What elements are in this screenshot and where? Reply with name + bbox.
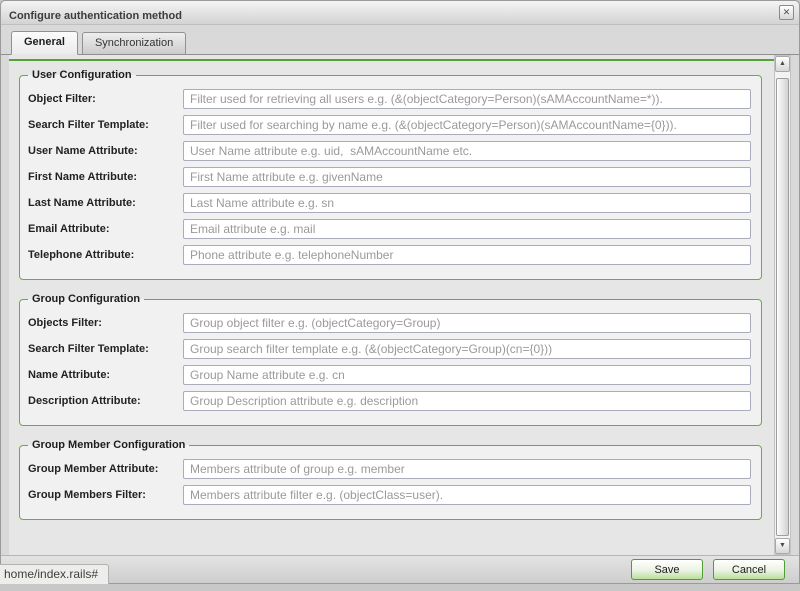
description-attribute-input[interactable]: [183, 391, 751, 411]
form-field-row: Name Attribute:: [28, 365, 751, 385]
fieldset-legend: Group Configuration: [28, 293, 144, 305]
form-field-row: Last Name Attribute:: [28, 193, 751, 213]
field-label: Telephone Attribute:: [28, 249, 183, 261]
scrollbar-thumb[interactable]: [776, 78, 789, 536]
fieldset-fields: Group Member Attribute: Group Members Fi…: [28, 459, 751, 505]
object-filter-input[interactable]: [183, 89, 751, 109]
first-name-attribute-input[interactable]: [183, 167, 751, 187]
field-label: User Name Attribute:: [28, 145, 183, 157]
scroll-up-icon[interactable]: ▲: [775, 56, 790, 72]
scrollbar-track[interactable]: [775, 72, 790, 538]
field-label: Group Member Attribute:: [28, 463, 183, 475]
field-label: Search Filter Template:: [28, 119, 183, 131]
form-field-row: Search Filter Template:: [28, 115, 751, 135]
group-member-attribute-input[interactable]: [183, 459, 751, 479]
fieldset-user-configuration: User Configuration Object Filter: Search…: [19, 69, 762, 280]
field-label: Last Name Attribute:: [28, 197, 183, 209]
cancel-button[interactable]: Cancel: [713, 559, 785, 580]
form-sections: User Configuration Object Filter: Search…: [9, 61, 774, 555]
form-field-row: Telephone Attribute:: [28, 245, 751, 265]
objects-filter-input[interactable]: [183, 313, 751, 333]
close-icon[interactable]: ✕: [779, 5, 794, 20]
email-attribute-input[interactable]: [183, 219, 751, 239]
fieldset-group-member-configuration: Group Member Configuration Group Member …: [19, 439, 762, 520]
field-label: Name Attribute:: [28, 369, 183, 381]
form-field-row: Email Attribute:: [28, 219, 751, 239]
configure-auth-dialog: Configure authentication method ✕ Genera…: [0, 0, 800, 584]
tab-synchronization[interactable]: Synchronization: [82, 32, 186, 54]
form-column: User Configuration Object Filter: Search…: [9, 55, 774, 555]
status-bar: home/index.rails#: [0, 564, 109, 584]
fieldset-group-configuration: Group Configuration Objects Filter: Sear…: [19, 293, 762, 426]
field-label: Email Attribute:: [28, 223, 183, 235]
dialog-footer: Save Cancel: [1, 555, 799, 583]
search-filter-template-input[interactable]: [183, 115, 751, 135]
fieldset-legend: User Configuration: [28, 69, 136, 81]
form-field-row: Object Filter:: [28, 89, 751, 109]
dialog-title: Configure authentication method: [9, 10, 182, 22]
form-field-row: Group Members Filter:: [28, 485, 751, 505]
tab-general[interactable]: General: [11, 31, 78, 55]
scroll-down-icon[interactable]: ▼: [775, 538, 790, 554]
tabstrip: General Synchronization: [1, 25, 799, 55]
form-field-row: Group Member Attribute:: [28, 459, 751, 479]
dialog-titlebar[interactable]: Configure authentication method ✕: [1, 1, 799, 25]
field-label: Group Members Filter:: [28, 489, 183, 501]
form-field-row: Search Filter Template:: [28, 339, 751, 359]
name-attribute-input[interactable]: [183, 365, 751, 385]
last-name-attribute-input[interactable]: [183, 193, 751, 213]
form-field-row: Objects Filter:: [28, 313, 751, 333]
vertical-scrollbar[interactable]: ▲ ▼: [774, 55, 791, 555]
field-label: Objects Filter:: [28, 317, 183, 329]
form-field-row: User Name Attribute:: [28, 141, 751, 161]
group-members-filter-input[interactable]: [183, 485, 751, 505]
tab-panel-general: User Configuration Object Filter: Search…: [9, 55, 791, 555]
save-button[interactable]: Save: [631, 559, 703, 580]
fieldset-legend: Group Member Configuration: [28, 439, 189, 451]
form-field-row: Description Attribute:: [28, 391, 751, 411]
user-name-attribute-input[interactable]: [183, 141, 751, 161]
field-label: Description Attribute:: [28, 395, 183, 407]
field-label: Object Filter:: [28, 93, 183, 105]
telephone-attribute-input[interactable]: [183, 245, 751, 265]
form-field-row: First Name Attribute:: [28, 167, 751, 187]
fieldset-fields: Object Filter: Search Filter Template: U…: [28, 89, 751, 265]
field-label: Search Filter Template:: [28, 343, 183, 355]
field-label: First Name Attribute:: [28, 171, 183, 183]
search-filter-template-input[interactable]: [183, 339, 751, 359]
fieldset-fields: Objects Filter: Search Filter Template: …: [28, 313, 751, 411]
